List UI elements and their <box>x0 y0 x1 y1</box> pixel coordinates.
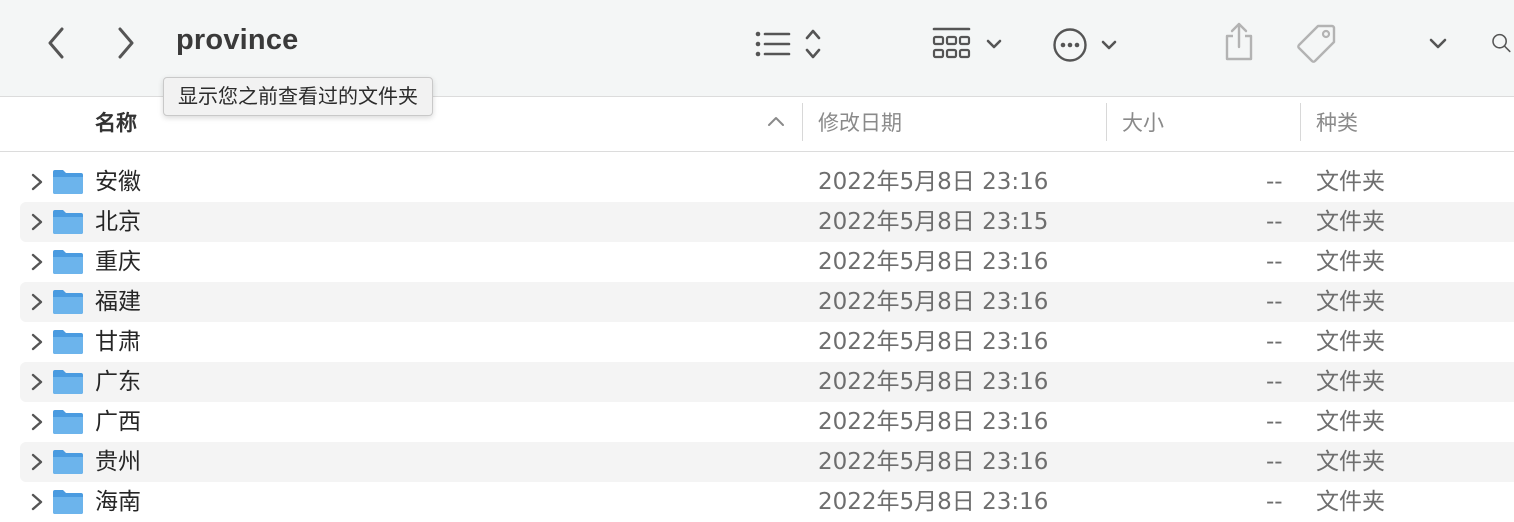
file-date: 2022年5月8日 23:16 <box>818 489 1049 515</box>
file-kind: 文件夹 <box>1316 169 1385 195</box>
file-kind: 文件夹 <box>1316 209 1385 235</box>
column-divider[interactable] <box>1106 103 1107 141</box>
search-icon <box>1492 33 1511 53</box>
column-name[interactable]: 名称 <box>95 97 137 151</box>
folder-icon <box>53 210 83 234</box>
file-date: 2022年5月8日 23:16 <box>818 169 1049 195</box>
share-icon <box>1225 22 1253 61</box>
file-date: 2022年5月8日 23:16 <box>818 449 1049 475</box>
file-size: -- <box>1266 249 1283 275</box>
file-name: 北京 <box>95 209 141 235</box>
overflow-button[interactable] <box>1426 32 1450 56</box>
file-date: 2022年5月8日 23:16 <box>818 289 1049 315</box>
view-options-button[interactable] <box>752 26 828 62</box>
table-row[interactable]: 广西 2022年5月8日 23:16 -- 文件夹 <box>0 402 1514 442</box>
table-row[interactable]: 安徽 2022年5月8日 23:16 -- 文件夹 <box>0 162 1514 202</box>
disclosure-chevron-icon[interactable] <box>30 293 44 311</box>
file-size: -- <box>1266 489 1283 515</box>
table-row[interactable]: 福建 2022年5月8日 23:16 -- 文件夹 <box>0 282 1514 322</box>
file-date: 2022年5月8日 23:16 <box>818 369 1049 395</box>
file-name: 广东 <box>95 369 141 395</box>
chevron-left-icon <box>48 27 64 59</box>
back-button[interactable] <box>40 26 72 60</box>
disclosure-chevron-icon[interactable] <box>30 413 44 431</box>
table-row[interactable]: 甘肃 2022年5月8日 23:16 -- 文件夹 <box>0 322 1514 362</box>
forward-button[interactable] <box>110 26 142 60</box>
disclosure-chevron-icon[interactable] <box>30 373 44 391</box>
file-size: -- <box>1266 449 1283 475</box>
file-date: 2022年5月8日 23:16 <box>818 249 1049 275</box>
file-name: 福建 <box>95 289 141 315</box>
file-name: 安徽 <box>95 169 141 195</box>
folder-icon <box>53 250 83 274</box>
table-row[interactable]: 广东 2022年5月8日 23:16 -- 文件夹 <box>0 362 1514 402</box>
file-kind: 文件夹 <box>1316 289 1385 315</box>
file-name: 贵州 <box>95 449 141 475</box>
file-date: 2022年5月8日 23:15 <box>818 209 1049 235</box>
list-view-icon <box>755 29 821 59</box>
file-size: -- <box>1266 169 1283 195</box>
folder-icon <box>53 490 83 514</box>
file-kind: 文件夹 <box>1316 489 1385 515</box>
tag-button[interactable] <box>1296 22 1338 64</box>
chevron-right-icon <box>118 27 134 59</box>
folder-icon <box>53 450 83 474</box>
column-divider[interactable] <box>1300 103 1301 141</box>
table-row[interactable]: 重庆 2022年5月8日 23:16 -- 文件夹 <box>0 242 1514 282</box>
file-kind: 文件夹 <box>1316 449 1385 475</box>
file-date: 2022年5月8日 23:16 <box>818 329 1049 355</box>
share-button[interactable] <box>1222 22 1256 62</box>
folder-icon <box>53 330 83 354</box>
table-row[interactable]: 海南 2022年5月8日 23:16 -- 文件夹 <box>0 482 1514 522</box>
group-button[interactable] <box>932 24 1006 64</box>
file-date: 2022年5月8日 23:16 <box>818 409 1049 435</box>
tag-icon <box>1297 24 1336 63</box>
disclosure-chevron-icon[interactable] <box>30 253 44 271</box>
table-row[interactable]: 北京 2022年5月8日 23:15 -- 文件夹 <box>0 202 1514 242</box>
file-size: -- <box>1266 289 1283 315</box>
file-size: -- <box>1266 329 1283 355</box>
file-kind: 文件夹 <box>1316 249 1385 275</box>
file-name: 重庆 <box>95 249 141 275</box>
file-size: -- <box>1266 409 1283 435</box>
back-tooltip: 显示您之前查看过的文件夹 <box>163 77 433 116</box>
folder-icon <box>53 290 83 314</box>
folder-icon <box>53 370 83 394</box>
disclosure-chevron-icon[interactable] <box>30 173 44 191</box>
more-actions-button[interactable] <box>1052 26 1122 64</box>
folder-icon <box>53 410 83 434</box>
file-name: 海南 <box>95 489 141 515</box>
file-kind: 文件夹 <box>1316 369 1385 395</box>
more-actions-icon <box>1053 28 1117 62</box>
sort-ascending-icon <box>768 117 784 126</box>
file-kind: 文件夹 <box>1316 409 1385 435</box>
disclosure-chevron-icon[interactable] <box>30 453 44 471</box>
column-date[interactable]: 修改日期 <box>818 97 902 151</box>
gallery-grid-icon <box>932 27 1002 59</box>
disclosure-chevron-icon[interactable] <box>30 493 44 511</box>
file-name: 广西 <box>95 409 141 435</box>
column-divider[interactable] <box>802 103 803 141</box>
file-size: -- <box>1266 369 1283 395</box>
disclosure-chevron-icon[interactable] <box>30 333 44 351</box>
file-name: 甘肃 <box>95 329 141 355</box>
column-kind[interactable]: 种类 <box>1316 97 1358 151</box>
column-size[interactable]: 大小 <box>1122 97 1164 151</box>
table-row[interactable]: 贵州 2022年5月8日 23:16 -- 文件夹 <box>0 442 1514 482</box>
folder-icon <box>53 170 83 194</box>
window-title: province <box>176 24 299 56</box>
disclosure-chevron-icon[interactable] <box>30 213 44 231</box>
file-kind: 文件夹 <box>1316 329 1385 355</box>
file-size: -- <box>1266 209 1283 235</box>
search-button[interactable] <box>1490 26 1514 60</box>
file-list: 安徽 2022年5月8日 23:16 -- 文件夹 北京 2022年5月8日 23:15-… <box>0 162 1514 522</box>
chevron-down-icon <box>1429 38 1447 49</box>
